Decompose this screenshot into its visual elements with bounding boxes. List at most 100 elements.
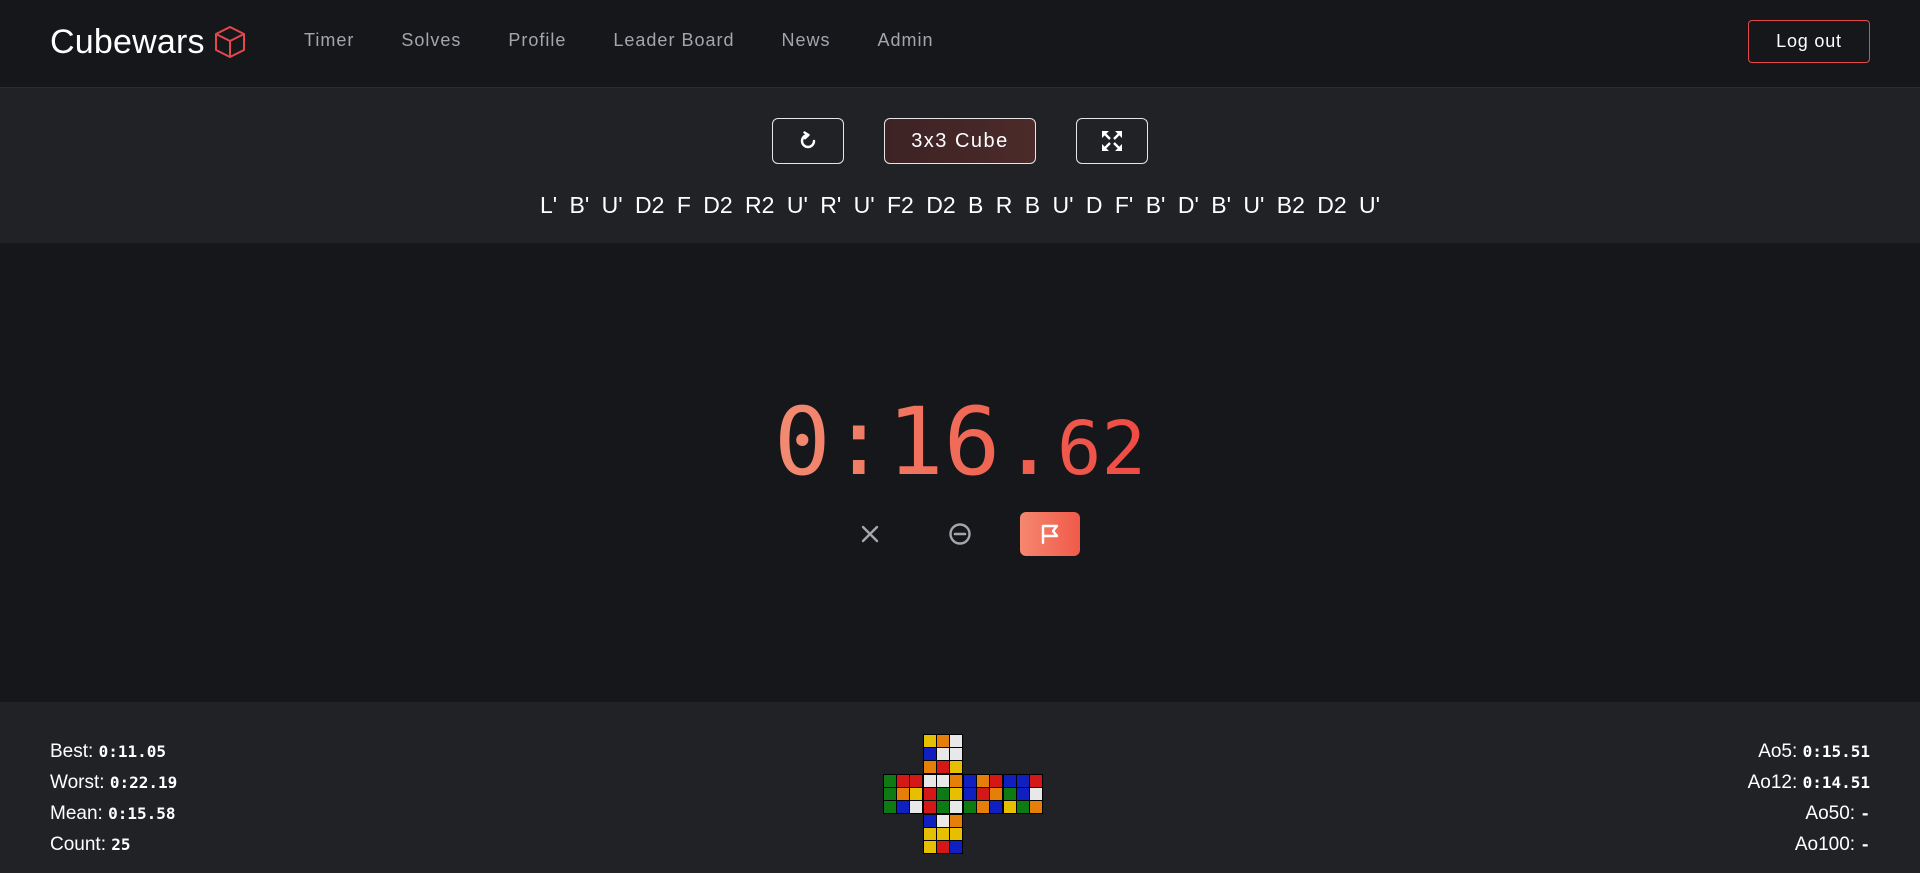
session-stats: Best: 0:11.05 Worst: 0:22.19 Mean: 0:15.… (50, 736, 177, 860)
brand-name: Cubewars (50, 22, 205, 61)
cube-sticker (1004, 801, 1016, 813)
stat-best: Best: 0:11.05 (50, 736, 177, 767)
top-navbar: Cubewars Timer Solves Profile Leader Boa… (0, 0, 1920, 88)
cube-sticker (897, 788, 909, 800)
cube-sticker (910, 788, 922, 800)
brand-logo[interactable]: Cubewars (50, 22, 247, 62)
cube-sticker (884, 801, 896, 813)
cube-sticker (937, 828, 949, 840)
cube-sticker (1004, 775, 1016, 787)
stats-panel: Best: 0:11.05 Worst: 0:22.19 Mean: 0:15.… (0, 702, 1920, 873)
timer-value: 0:16.62 (774, 388, 1146, 497)
nav-item-admin[interactable]: Admin (878, 30, 934, 51)
cube-sticker (937, 748, 949, 760)
cube-sticker (924, 735, 936, 747)
new-scramble-button[interactable] (772, 118, 844, 164)
cube-sticker (950, 788, 962, 800)
delete-solve-button[interactable] (852, 512, 888, 556)
nav-item-leader-board[interactable]: Leader Board (613, 30, 734, 51)
cube-sticker (937, 761, 949, 773)
cube-sticker (924, 761, 936, 773)
nav-item-solves[interactable]: Solves (401, 30, 461, 51)
nav-item-profile[interactable]: Profile (508, 30, 566, 51)
flag-icon (1041, 524, 1059, 545)
cube-sticker (1017, 801, 1029, 813)
cube-sticker (910, 801, 922, 813)
cube-sticker (924, 788, 936, 800)
cube-sticker (977, 788, 989, 800)
cube-sticker (884, 788, 896, 800)
cube-sticker (950, 815, 962, 827)
cube-face-right (963, 774, 1003, 814)
cube-sticker (950, 735, 962, 747)
cube-sticker (950, 761, 962, 773)
stat-count-label: Count: (50, 834, 106, 855)
cube-sticker (884, 775, 896, 787)
cube-face-back (1003, 774, 1043, 814)
stat-best-value: 0:11.05 (98, 742, 167, 761)
stat-count-value: 25 (111, 835, 131, 854)
stat-best-label: Best: (50, 741, 94, 762)
cube-sticker (1004, 788, 1016, 800)
stat-worst-value: 0:22.19 (109, 773, 178, 792)
stat-ao5-label: Ao5: (1758, 741, 1798, 762)
cube-sticker (937, 841, 949, 853)
stat-ao5: Ao5: 0:15.51 (1748, 736, 1870, 767)
stat-ao100-value: - (1860, 835, 1870, 854)
fullscreen-icon (1102, 131, 1122, 151)
cube-sticker (1030, 801, 1042, 813)
stat-worst: Worst: 0:22.19 (50, 767, 177, 798)
close-icon (861, 525, 879, 543)
dnf-button[interactable] (942, 512, 978, 556)
cube-face-front (923, 774, 963, 814)
cube-sticker (964, 775, 976, 787)
nav-item-news[interactable]: News (781, 30, 830, 51)
cube-sticker (924, 841, 936, 853)
cube-sticker (924, 775, 936, 787)
stat-mean-value: 0:15.58 (108, 804, 176, 823)
fullscreen-button[interactable] (1076, 118, 1148, 164)
stat-ao5-value: 0:15.51 (1802, 742, 1870, 761)
cube-sticker (937, 735, 949, 747)
timer-seconds: 0:16. (773, 388, 1057, 497)
cube-sticker (924, 748, 936, 760)
stat-ao50: Ao50: - (1748, 798, 1870, 829)
timer-display[interactable]: 0:16.62 (0, 388, 1920, 497)
puzzle-select-button[interactable]: 3x3 Cube (884, 118, 1036, 164)
cube-sticker (950, 748, 962, 760)
cube-sticker (924, 815, 936, 827)
nav-menu: Timer Solves Profile Leader Board News A… (304, 30, 981, 51)
cube-icon (214, 26, 245, 58)
cube-face-left (883, 774, 923, 814)
cube-sticker (950, 828, 962, 840)
logout-button[interactable]: Log out (1748, 20, 1870, 63)
cube-sticker (924, 828, 936, 840)
stat-ao50-value: - (1860, 804, 1870, 823)
stat-ao12-label: Ao12: (1747, 772, 1798, 793)
stat-ao100-label: Ao100: (1794, 834, 1856, 855)
cube-sticker (950, 841, 962, 853)
cube-sticker (937, 775, 949, 787)
cube-sticker (990, 801, 1002, 813)
plus-two-button[interactable] (1020, 512, 1080, 556)
stat-worst-label: Worst: (50, 772, 105, 793)
cube-sticker (964, 801, 976, 813)
average-stats: Ao5: 0:15.51 Ao12: 0:14.51 Ao50: - Ao100… (1748, 736, 1870, 860)
cube-sticker (977, 801, 989, 813)
cube-sticker (910, 775, 922, 787)
cube-sticker (950, 775, 962, 787)
cube-sticker (937, 815, 949, 827)
cube-sticker (937, 788, 949, 800)
stat-ao100: Ao100: - (1748, 829, 1870, 860)
cube-sticker (1030, 775, 1042, 787)
stat-mean: Mean: 0:15.58 (50, 798, 177, 829)
cube-sticker (990, 775, 1002, 787)
scramble-text: L' B' U' D2 F D2 R2 U' R' U' F2 D2 B R B… (539, 192, 1381, 218)
cube-sticker (1030, 788, 1042, 800)
stat-count: Count: 25 (50, 829, 177, 860)
nav-item-timer[interactable]: Timer (304, 30, 354, 51)
stat-ao12-value: 0:14.51 (1802, 773, 1870, 792)
solve-actions (0, 512, 1920, 556)
puzzle-label: 3x3 Cube (911, 129, 1009, 152)
cube-sticker (937, 801, 949, 813)
